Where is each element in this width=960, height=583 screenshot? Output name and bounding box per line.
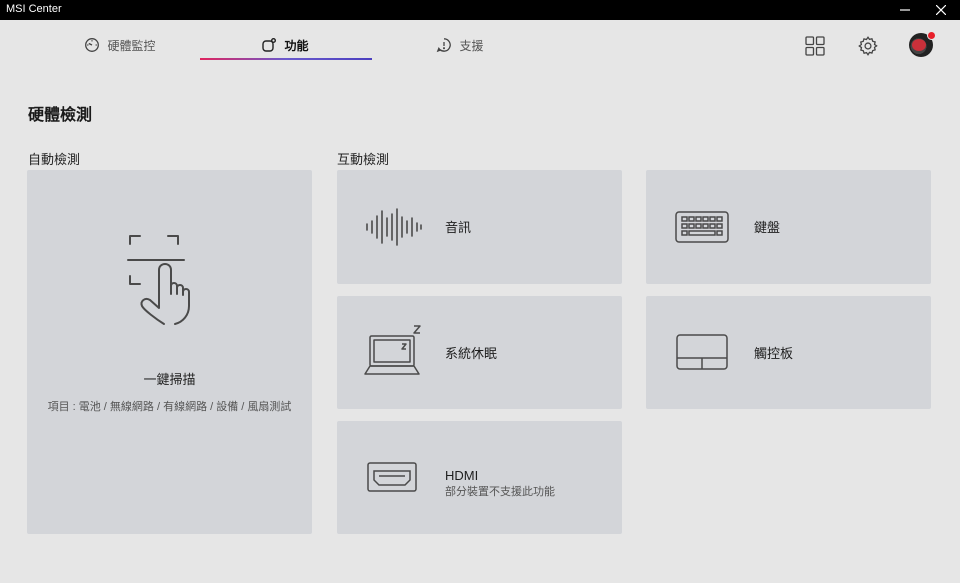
keyboard-label: 鍵盤 bbox=[754, 220, 781, 235]
close-button[interactable] bbox=[924, 0, 958, 20]
hdmi-test-card[interactable]: HDMI 部分裝置不支援此功能 bbox=[337, 421, 622, 534]
tab-label: 硬體監控 bbox=[107, 38, 156, 53]
gauge-icon bbox=[85, 38, 100, 52]
tab-features[interactable]: 功能 bbox=[225, 30, 345, 60]
settings-button[interactable] bbox=[856, 34, 880, 58]
tab-label: 功能 bbox=[284, 38, 309, 53]
one-click-scan-card[interactable]: 一鍵掃描 項目 : 電池 / 無線網路 / 有線網路 / 設備 / 風扇測試 bbox=[27, 170, 312, 534]
tab-hardware-monitor[interactable]: 硬體監控 bbox=[60, 30, 180, 60]
interactive-test-label: 互動檢測 bbox=[337, 152, 390, 167]
audio-wave-icon bbox=[366, 208, 422, 246]
tab-support[interactable]: 支援 bbox=[400, 30, 520, 60]
minimize-button[interactable] bbox=[888, 0, 922, 20]
avatar-logo bbox=[912, 39, 926, 51]
apps-grid-button[interactable] bbox=[803, 34, 827, 58]
sleep-label: 系統休眠 bbox=[445, 346, 498, 361]
gear-icon bbox=[858, 36, 878, 56]
touchpad-test-card[interactable]: 觸控板 bbox=[646, 296, 931, 409]
active-tab-indicator bbox=[200, 58, 372, 60]
tab-label: 支援 bbox=[459, 38, 484, 53]
hdmi-label: HDMI bbox=[445, 468, 479, 483]
auto-test-label: 自動檢測 bbox=[28, 152, 81, 167]
app-title: MSI Center bbox=[6, 3, 62, 15]
hdmi-support-note: 部分裝置不支援此功能 bbox=[445, 486, 555, 498]
sleep-test-card[interactable]: 系統休眠 bbox=[337, 296, 622, 409]
title-bar: MSI Center bbox=[0, 0, 960, 20]
user-avatar[interactable] bbox=[909, 31, 936, 57]
page-title: 硬體檢測 bbox=[28, 107, 93, 124]
support-icon bbox=[437, 38, 452, 53]
audio-label: 音訊 bbox=[445, 220, 472, 235]
grid-icon bbox=[805, 36, 825, 56]
notification-dot bbox=[927, 31, 936, 40]
laptop-sleep-icon bbox=[364, 325, 421, 375]
close-icon bbox=[936, 5, 946, 15]
keyboard-icon bbox=[675, 211, 729, 243]
one-click-scan-title: 一鍵掃描 bbox=[143, 372, 196, 387]
minimize-icon bbox=[900, 9, 910, 11]
hdmi-icon bbox=[367, 462, 417, 492]
audio-test-card[interactable]: 音訊 bbox=[337, 170, 622, 284]
feature-icon bbox=[262, 38, 277, 52]
touchpad-icon bbox=[676, 334, 728, 370]
scan-items-text: 項目 : 電池 / 無線網路 / 有線網路 / 設備 / 風扇測試 bbox=[47, 401, 292, 413]
touch-scan-icon bbox=[127, 235, 190, 325]
touchpad-label: 觸控板 bbox=[754, 346, 794, 361]
keyboard-test-card[interactable]: 鍵盤 bbox=[646, 170, 931, 284]
